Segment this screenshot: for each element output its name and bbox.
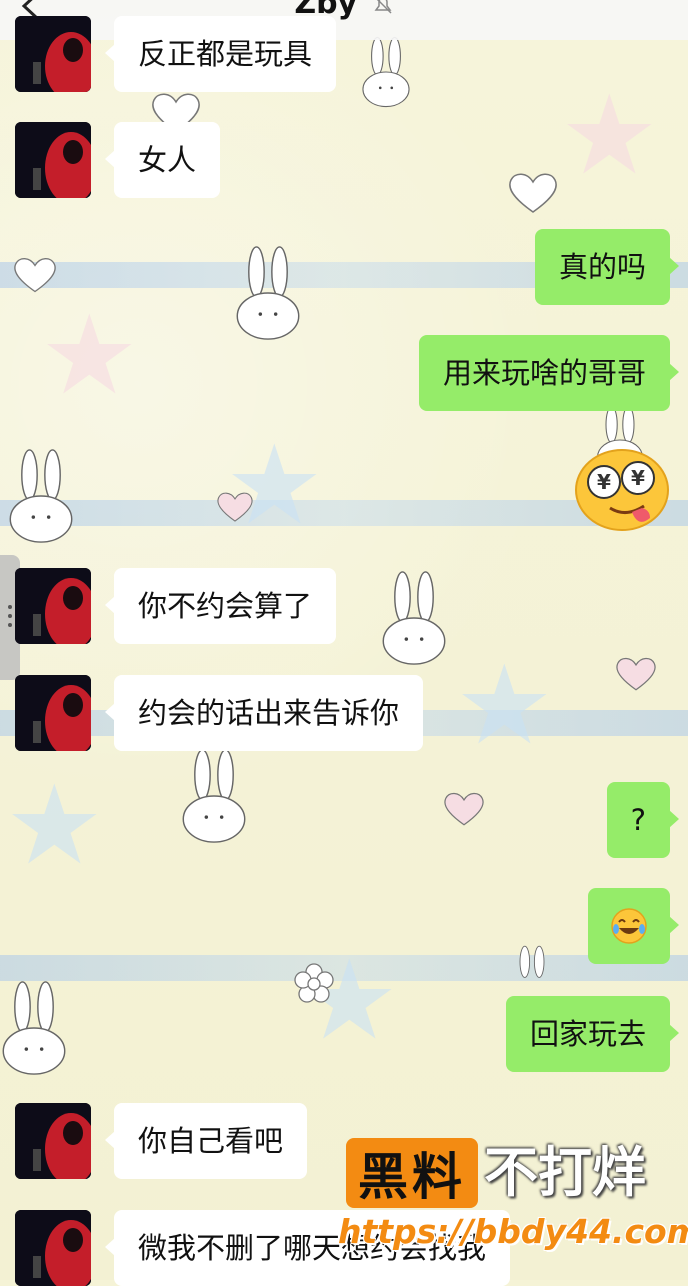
avatar-image <box>15 568 91 644</box>
avatar-image <box>15 1210 91 1286</box>
contact-avatar[interactable] <box>15 568 91 644</box>
heart-decoration <box>217 492 253 522</box>
message-bubble-outgoing[interactable]: 真的吗 <box>534 229 680 305</box>
laughing-tears-emoji <box>611 908 647 944</box>
watermark-logo: 黑料 <box>346 1138 478 1208</box>
chat-header: Zby <box>0 0 688 40</box>
message-bubble-outgoing[interactable]: ? <box>606 782 680 858</box>
contact-avatar[interactable] <box>15 122 91 198</box>
message-bubble-incoming[interactable]: 你不约会算了 <box>104 568 337 644</box>
message-bubble-outgoing[interactable] <box>588 888 679 964</box>
message-text: 反正都是玩具 <box>138 36 313 71</box>
message-bubble-incoming[interactable]: 反正都是玩具 <box>104 16 337 92</box>
chat-title: Zby <box>0 0 688 21</box>
star-decoration: ★ <box>455 641 554 769</box>
message-text: 回家玩去 <box>529 1016 646 1051</box>
star-decoration: ★ <box>560 71 659 199</box>
handle-dot <box>8 623 12 627</box>
avatar-image <box>15 122 91 198</box>
message-bubble-outgoing[interactable]: 用来玩啥的哥哥 <box>418 335 680 411</box>
message-text: 真的吗 <box>558 249 646 284</box>
avatar-image <box>15 675 91 751</box>
message-bubble-incoming[interactable]: 你自己看吧 <box>104 1103 308 1179</box>
heart-decoration <box>444 792 484 826</box>
star-decoration: ★ <box>5 761 104 889</box>
bell-mute-icon <box>374 0 392 14</box>
contact-avatar[interactable] <box>15 1210 91 1286</box>
message-text: 你自己看吧 <box>138 1123 284 1158</box>
watermark-url: https://bbdy44.com <box>338 1212 688 1251</box>
watermark-text: 不打烊 <box>484 1141 646 1204</box>
heart-decoration <box>509 173 557 213</box>
handle-dot <box>8 605 12 609</box>
chat-wallpaper: ★ ★ ★ ★ ★ ★ <box>0 0 688 1280</box>
svg-text:¥: ¥ <box>597 470 611 494</box>
contact-avatar[interactable] <box>15 1103 91 1179</box>
contact-avatar[interactable] <box>15 16 91 92</box>
bunny-decoration <box>182 749 246 843</box>
message-text: ? <box>630 802 646 837</box>
handle-dot <box>8 614 12 618</box>
svg-text:¥: ¥ <box>631 466 645 490</box>
bunny-decoration <box>236 246 300 340</box>
flower-decoration <box>294 963 334 1003</box>
heart-decoration <box>616 657 656 691</box>
message-bubble-incoming[interactable]: 约会的话出来告诉你 <box>104 675 424 751</box>
message-bubble-outgoing[interactable]: 回家玩去 <box>505 996 680 1072</box>
message-bubble-incoming[interactable]: 女人 <box>104 122 221 198</box>
money-eyes-emoji[interactable]: ¥ ¥ <box>574 446 670 532</box>
avatar-image <box>15 1103 91 1179</box>
avatar-image <box>15 16 91 92</box>
contact-avatar[interactable] <box>15 675 91 751</box>
bunny-decoration <box>9 449 73 543</box>
bunny-decoration <box>362 36 410 108</box>
message-text: 女人 <box>138 142 197 177</box>
message-text: 用来玩啥的哥哥 <box>442 355 646 390</box>
bunny-decoration <box>382 571 446 665</box>
heart-decoration <box>14 258 56 293</box>
bunny-decoration <box>2 981 66 1075</box>
message-text: 你不约会算了 <box>138 588 313 623</box>
star-decoration: ★ <box>40 291 139 419</box>
message-text: 约会的话出来告诉你 <box>138 695 400 730</box>
